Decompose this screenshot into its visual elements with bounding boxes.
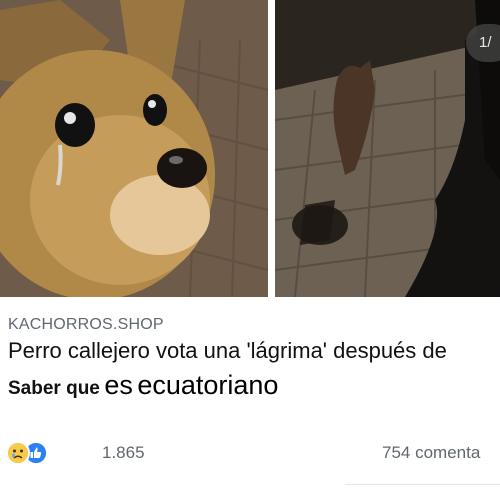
dog-closeup-illustration xyxy=(0,0,268,297)
reaction-count[interactable]: 1.865 xyxy=(102,443,145,463)
caption-part-ecuatoriano: ecuatoriano xyxy=(137,370,279,400)
image-counter-badge: 1/ xyxy=(466,24,500,62)
post-photo-row[interactable]: 1/ xyxy=(0,0,500,297)
link-source-domain[interactable]: KACHORROS.SHOP xyxy=(8,316,164,334)
sad-face-icon xyxy=(6,441,30,465)
caption-part-saber-que: Saber que xyxy=(8,378,100,399)
reaction-icons[interactable] xyxy=(6,441,66,467)
photo-crying-dog[interactable] xyxy=(0,0,268,297)
meme-caption: Saber que es ecuatoriano xyxy=(8,370,278,406)
comment-count[interactable]: 754 comenta xyxy=(382,443,500,463)
caption-part-es: es xyxy=(104,370,133,400)
link-headline[interactable]: Perro callejero vota una 'lágrima' despu… xyxy=(8,338,500,368)
divider xyxy=(345,484,500,485)
